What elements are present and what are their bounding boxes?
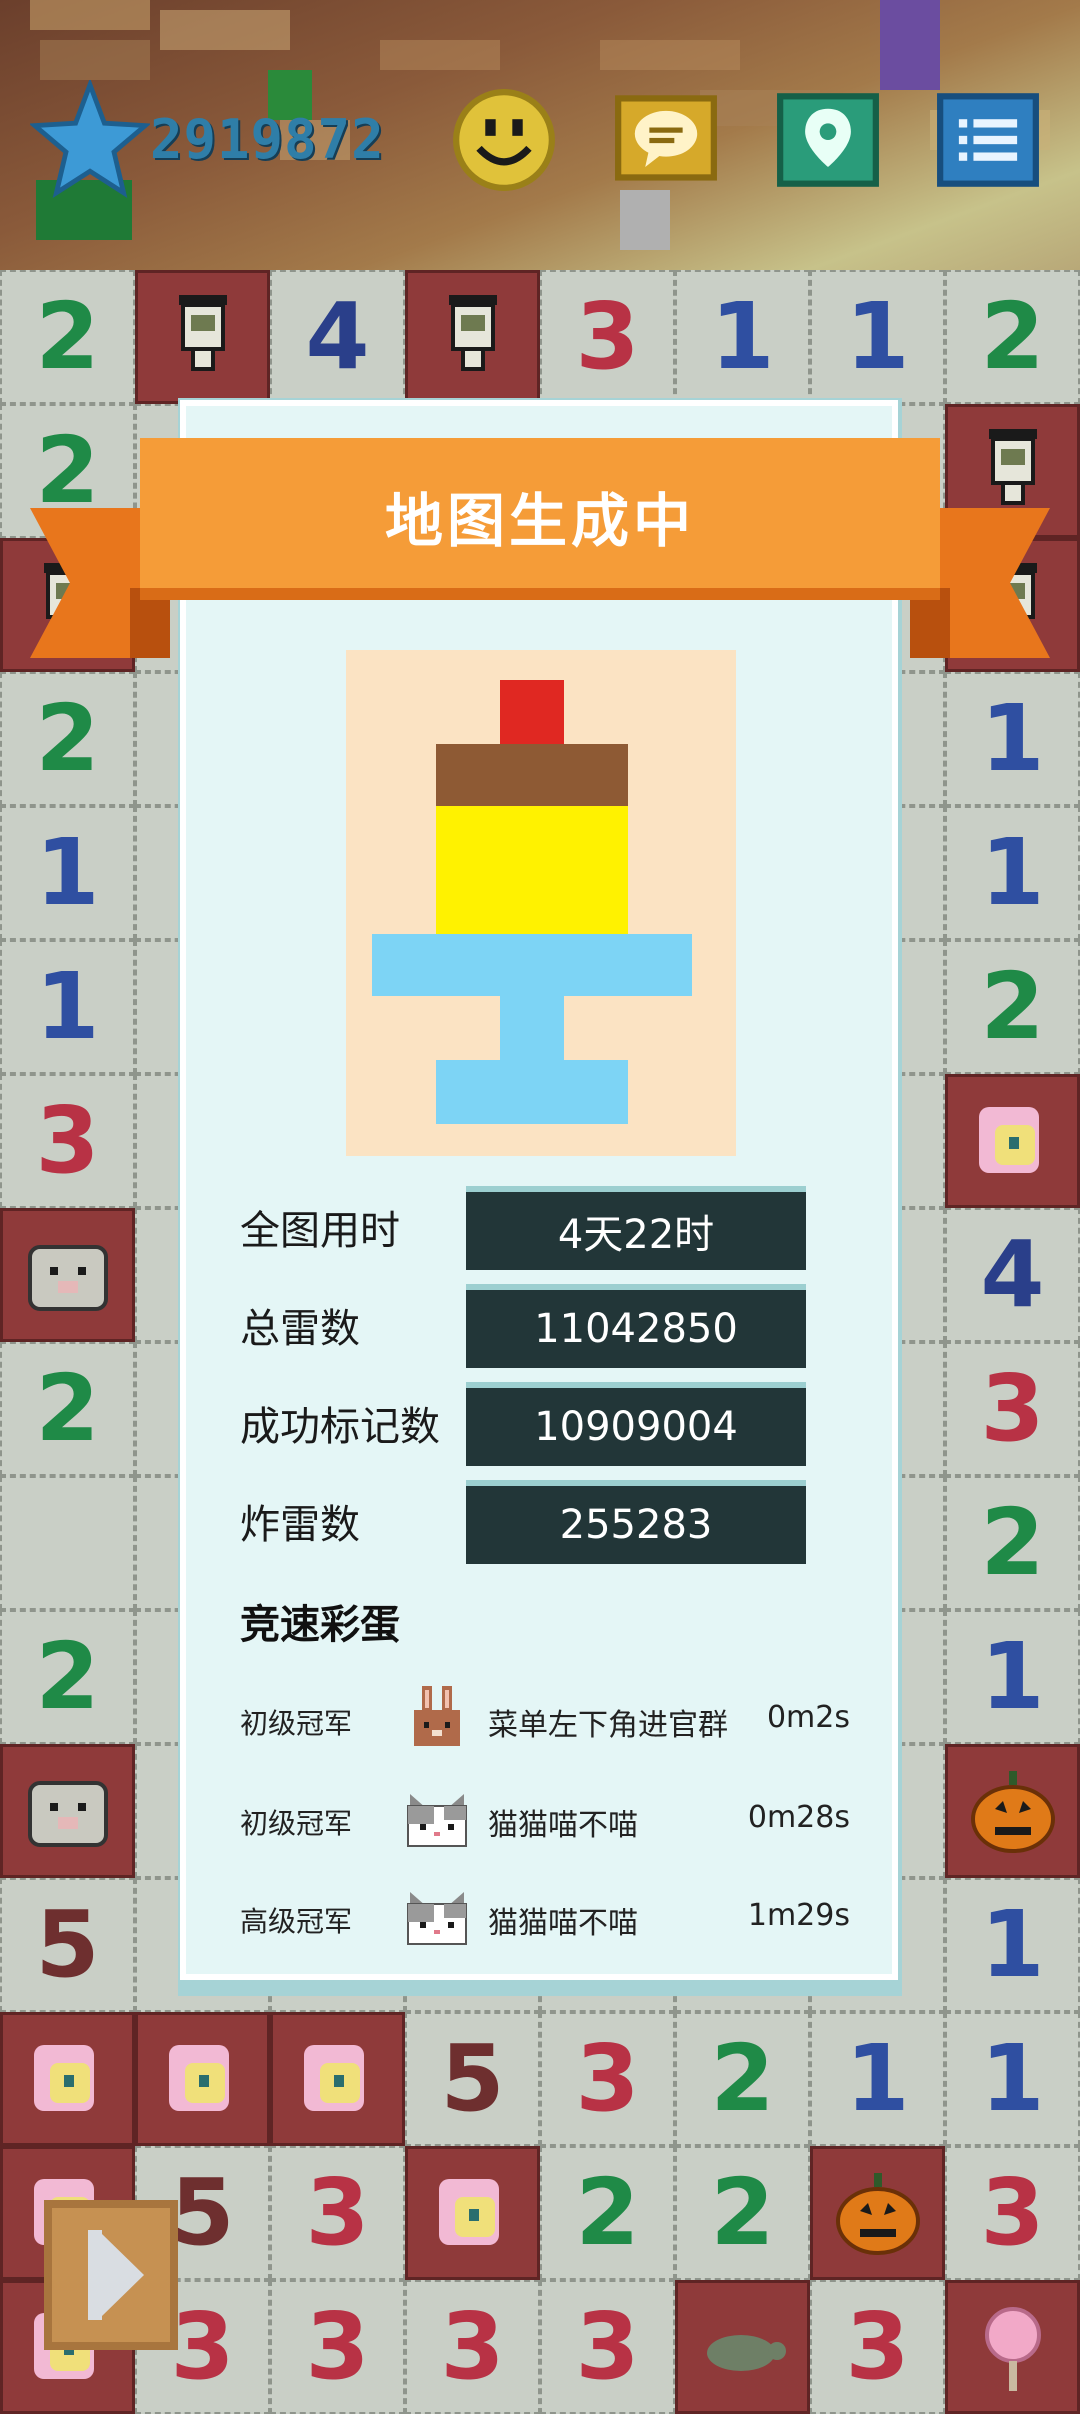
board-cell-pumpkin[interactable]: [945, 1744, 1080, 1878]
board-cell-pumpkin[interactable]: [810, 2146, 945, 2280]
pumpkin-icon: [835, 2173, 920, 2255]
stat-label-exploded: 炸雷数: [240, 1502, 360, 1548]
pony-icon: [978, 1107, 1039, 1173]
board-cell-number[interactable]: 2: [675, 2012, 810, 2146]
board-cell-number[interactable]: 1: [945, 1878, 1080, 2012]
stat-label-total-mines: 总雷数: [240, 1306, 360, 1352]
board-cell-pig[interactable]: [0, 1208, 135, 1342]
pony-icon: [33, 2045, 94, 2111]
pumpkin-icon: [970, 1771, 1055, 1853]
board-cell-number[interactable]: 4: [270, 270, 405, 404]
pig-icon: [27, 1245, 108, 1311]
board-cell-number[interactable]: 3: [540, 270, 675, 404]
cat-avatar-icon: [407, 1794, 467, 1847]
board-cell-number[interactable]: 2: [675, 2146, 810, 2280]
board-cell-pony[interactable]: [0, 2012, 135, 2146]
menu-icon[interactable]: [936, 88, 1040, 192]
board-cell-flag[interactable]: [135, 270, 270, 404]
lollipop-icon: [984, 2307, 1041, 2391]
pony-icon: [303, 2045, 364, 2111]
board-cell-pony[interactable]: [405, 2146, 540, 2280]
board-cell-number[interactable]: 2: [0, 270, 135, 404]
board-cell-lollipop[interactable]: [945, 2280, 1080, 2414]
board-cell-flag[interactable]: [405, 270, 540, 404]
record-time: 0m2s: [766, 1700, 850, 1735]
board-cell-number[interactable]: 5: [405, 2012, 540, 2146]
stat-label-total-time: 全图用时: [240, 1208, 400, 1254]
board-cell-pony[interactable]: [270, 2012, 405, 2146]
board-cell-pig[interactable]: [0, 1744, 135, 1878]
board-cell-number[interactable]: 1: [945, 2012, 1080, 2146]
board-cell-number[interactable]: 2: [0, 1342, 135, 1476]
pig-icon: [27, 1781, 108, 1847]
map-pin-icon[interactable]: [776, 88, 880, 192]
board-cell-number[interactable]: 2: [540, 2146, 675, 2280]
board-cell-number[interactable]: 1: [945, 672, 1080, 806]
top-bar: 2919872: [0, 0, 1080, 270]
record-rank: 初级冠军: [240, 1807, 353, 1840]
board-cell-number[interactable]: 3: [270, 2280, 405, 2414]
board-cell-number[interactable]: 3: [405, 2280, 540, 2414]
stat-value-total-mines: 11042850: [466, 1290, 806, 1368]
board-cell-number[interactable]: 1: [0, 806, 135, 940]
dialog-title: 地图生成中: [384, 486, 695, 555]
board-cell-number[interactable]: 3: [540, 2012, 675, 2146]
board-cell-number[interactable]: 3: [0, 1074, 135, 1208]
board-cell-number[interactable]: 2: [0, 1610, 135, 1744]
map-preview-icon: [346, 650, 736, 1156]
smiley-icon[interactable]: [452, 88, 556, 192]
pony-icon: [168, 2045, 229, 2111]
record-time: 1m29s: [747, 1898, 850, 1933]
board-cell-number[interactable]: 1: [810, 2012, 945, 2146]
board-cell-number[interactable]: 2: [945, 1476, 1080, 1610]
easter-egg-title: 竞速彩蛋: [240, 1602, 400, 1648]
board-cell-number[interactable]: 1: [0, 940, 135, 1074]
record-time: 0m28s: [747, 1800, 850, 1835]
board-cell[interactable]: [0, 1476, 135, 1610]
record-player: 猫猫喵不喵: [488, 1808, 638, 1843]
board-cell-number[interactable]: 3: [540, 2280, 675, 2414]
stat-value-flagged: 10909004: [466, 1388, 806, 1466]
flag-icon: [178, 295, 227, 371]
record-player: 菜单左下角进官群: [488, 1708, 728, 1743]
record-player: 猫猫喵不喵: [488, 1906, 638, 1941]
stat-value-exploded: 255283: [466, 1486, 806, 1564]
board-cell-number[interactable]: 3: [945, 1342, 1080, 1476]
board-cell-number[interactable]: 2: [945, 940, 1080, 1074]
board-cell-number[interactable]: 2: [945, 270, 1080, 404]
board-cell-number[interactable]: 1: [810, 270, 945, 404]
board-cell-number[interactable]: 3: [270, 2146, 405, 2280]
record-rank: 高级冠军: [240, 1905, 353, 1938]
board-cell-turtle[interactable]: [675, 2280, 810, 2414]
board-cell-number[interactable]: 3: [810, 2280, 945, 2414]
record-rank: 初级冠军: [240, 1707, 353, 1740]
cat-avatar-icon: [407, 1892, 467, 1945]
pony-icon: [438, 2179, 499, 2245]
stat-label-flagged: 成功标记数: [240, 1404, 440, 1450]
play-icon[interactable]: [44, 2200, 178, 2350]
score-counter: 2919872: [150, 108, 385, 171]
board-cell-number[interactable]: 1: [945, 806, 1080, 940]
flag-icon: [448, 295, 497, 371]
board-cell-number[interactable]: 3: [945, 2146, 1080, 2280]
star-icon: [30, 80, 150, 199]
board-cell-pony[interactable]: [135, 2012, 270, 2146]
board-cell-number[interactable]: 1: [675, 270, 810, 404]
board-cell-number[interactable]: 4: [945, 1208, 1080, 1342]
board-cell-number[interactable]: 5: [0, 1878, 135, 2012]
stat-value-total-time: 4天22时: [466, 1192, 806, 1270]
board-cell-pony[interactable]: [945, 1074, 1080, 1208]
rabbit-avatar-icon: [414, 1686, 460, 1746]
chat-icon[interactable]: [614, 88, 718, 192]
board-cell-number[interactable]: 2: [0, 672, 135, 806]
turtle-icon: [706, 2335, 786, 2371]
board-cell-number[interactable]: 1: [945, 1610, 1080, 1744]
